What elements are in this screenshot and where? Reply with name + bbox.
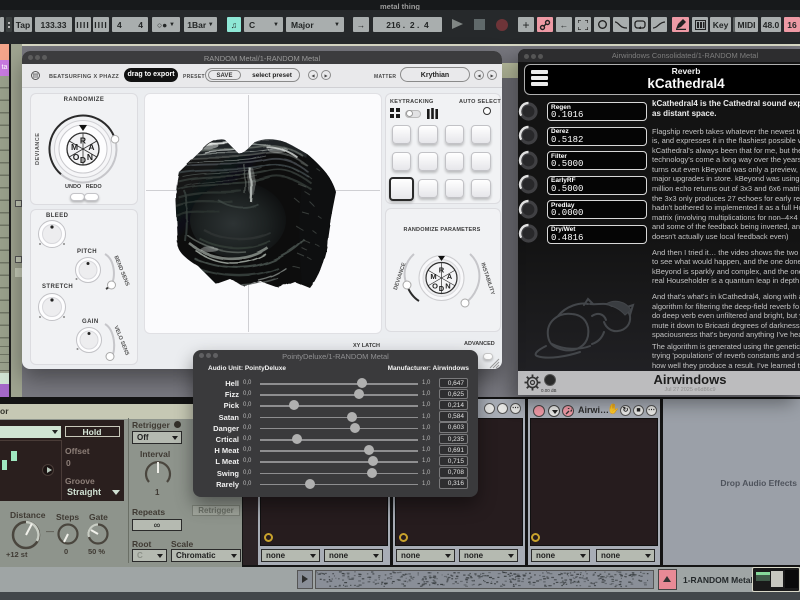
svg-text:D: D bbox=[80, 155, 86, 165]
svg-text:A: A bbox=[88, 142, 94, 152]
svg-text:N: N bbox=[87, 152, 93, 162]
svg-text:M: M bbox=[71, 142, 78, 152]
svg-text:O: O bbox=[73, 152, 80, 162]
svg-text:R: R bbox=[80, 136, 86, 146]
